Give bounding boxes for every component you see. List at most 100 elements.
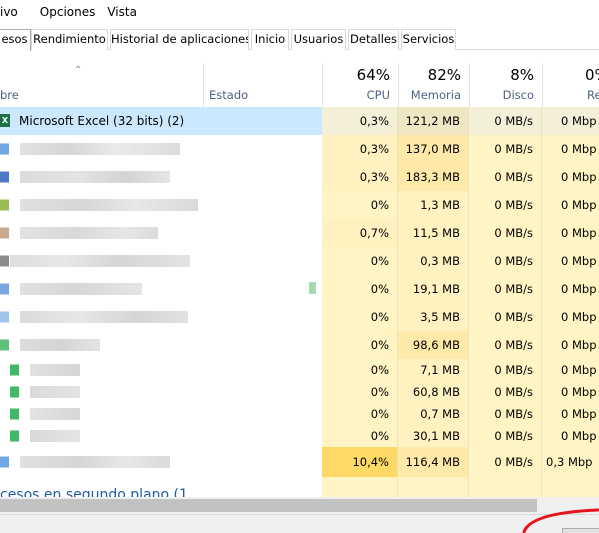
redacted-process-name xyxy=(20,283,142,295)
disk-value: 0 MB/s xyxy=(469,247,542,275)
table-row[interactable]: 0,7% 11,5 MB 0 MB/s 0 Mbp xyxy=(0,219,599,247)
network-total-percent: 0% xyxy=(585,66,599,84)
tab-startup[interactable]: Inicio xyxy=(251,29,289,50)
app-icon xyxy=(0,227,9,239)
tab-details[interactable]: Detalles xyxy=(348,29,399,50)
memory-value: 183,3 MB xyxy=(398,163,469,191)
memory-value: 60,8 MB xyxy=(398,381,469,403)
table-row[interactable]: 0,3% 183,3 MB 0 MB/s 0 Mbp xyxy=(0,163,599,191)
table-row[interactable]: 0% 1,3 MB 0 MB/s 0 Mbp xyxy=(0,191,599,219)
table-row[interactable]: 0% 3,5 MB 0 MB/s 0 Mbp xyxy=(0,303,599,331)
table-row[interactable]: X Microsoft Excel (32 bits) (2) 0,3% 121… xyxy=(0,107,599,135)
table-row[interactable]: 0% 60,8 MB 0 MB/s 0 Mbp xyxy=(0,381,599,403)
process-name-cell xyxy=(0,303,322,331)
app-icon xyxy=(10,364,19,376)
background-processes-group[interactable]: cesos en segundo plano (1 xyxy=(0,487,188,497)
tab-users[interactable]: Usuarios xyxy=(291,29,346,50)
network-value: 0 Mbp xyxy=(542,219,599,247)
tab-services[interactable]: Servicios xyxy=(401,29,456,50)
disk-value: 0 MB/s xyxy=(469,135,542,163)
disk-value: 0 MB/s xyxy=(469,275,542,303)
annotation-circle xyxy=(522,508,599,533)
table-row[interactable]: 0% 0,7 MB 0 MB/s 0 Mbp xyxy=(0,403,599,425)
memory-filler xyxy=(398,477,469,497)
cpu-value: 0% xyxy=(322,381,398,403)
column-name[interactable]: bre xyxy=(0,63,203,107)
disk-value: 0 MB/s xyxy=(469,425,542,447)
app-icon xyxy=(0,339,9,351)
table-row[interactable]: 0% 7,1 MB 0 MB/s 0 Mbp xyxy=(0,359,599,381)
column-name-label: bre xyxy=(0,88,19,102)
disk-value: 0 MB/s xyxy=(469,303,542,331)
network-value: 0 Mbp xyxy=(542,275,599,303)
table-row[interactable]: 0% 0,3 MB 0 MB/s 0 Mbp xyxy=(0,247,599,275)
table-row[interactable]: 0% 19,1 MB 0 MB/s 0 Mbp xyxy=(0,275,599,303)
column-memory[interactable]: 82% Memoria xyxy=(399,63,469,107)
table-row[interactable]: 0% 98,6 MB 0 MB/s 0 Mbp xyxy=(0,331,599,359)
cpu-value: 0,7% xyxy=(322,219,398,247)
tab-bar: esos Rendimiento Historial de aplicacion… xyxy=(0,29,599,51)
cpu-total-percent: 64% xyxy=(356,66,390,84)
process-name-cell xyxy=(0,331,322,359)
horizontal-scrollbar[interactable] xyxy=(0,497,599,514)
memory-value: 11,5 MB xyxy=(398,219,469,247)
cpu-value: 0% xyxy=(322,331,398,359)
menu-options[interactable]: Opciones xyxy=(34,0,102,24)
process-name-cell: X Microsoft Excel (32 bits) (2) xyxy=(0,107,322,135)
network-value: 0 Mbp xyxy=(542,135,599,163)
column-cpu[interactable]: 64% CPU xyxy=(323,63,398,107)
tab-processes[interactable]: esos xyxy=(0,29,31,51)
tab-app-history[interactable]: Historial de aplicaciones xyxy=(110,29,249,50)
disk-value: 0 MB/s xyxy=(469,107,542,135)
app-icon xyxy=(0,199,9,211)
cpu-value: 0,3% xyxy=(322,163,398,191)
column-memory-label: Memoria xyxy=(410,88,461,102)
process-name-cell xyxy=(0,247,322,275)
memory-value: 1,3 MB xyxy=(398,191,469,219)
memory-value: 30,1 MB xyxy=(398,425,469,447)
cpu-value: 0% xyxy=(322,275,398,303)
status-indicator xyxy=(309,282,316,294)
process-name-cell xyxy=(0,403,322,425)
table-row[interactable]: 0,3% 137,0 MB 0 MB/s 0 Mbp xyxy=(0,135,599,163)
disk-value: 0 MB/s xyxy=(469,403,542,425)
disk-value: 0 MB/s xyxy=(469,331,542,359)
excel-icon: X xyxy=(0,114,10,127)
redacted-process-name xyxy=(20,171,170,183)
disk-value: 0 MB/s xyxy=(469,163,542,191)
process-name-cell xyxy=(0,359,322,381)
network-value: 0 Mbp xyxy=(542,303,599,331)
redacted-process-name xyxy=(30,364,80,376)
menu-bar: ivo Opciones Vista xyxy=(0,0,599,24)
disk-filler xyxy=(469,477,542,497)
tab-performance[interactable]: Rendimiento xyxy=(31,29,108,50)
process-name-cell xyxy=(0,135,322,163)
redacted-process-name xyxy=(20,199,198,211)
column-disk-label: Disco xyxy=(502,88,534,102)
memory-value: 0,3 MB xyxy=(398,247,469,275)
redacted-process-name xyxy=(30,430,80,442)
table-row[interactable]: 10,4% 116,4 MB 0 MB/s 0,3 Mbp xyxy=(0,447,599,477)
cpu-value: 0% xyxy=(322,247,398,275)
cpu-value: 0% xyxy=(322,403,398,425)
table-row[interactable]: 0% 30,1 MB 0 MB/s 0 Mbp xyxy=(0,425,599,447)
app-icon xyxy=(10,408,19,420)
column-network[interactable]: 0% Re xyxy=(543,63,599,107)
footer-bar xyxy=(0,514,599,533)
menu-view[interactable]: Vista xyxy=(101,0,143,24)
network-value: 0 Mbp xyxy=(542,247,599,275)
process-name: Microsoft Excel (32 bits) (2) xyxy=(19,114,185,128)
app-icon xyxy=(0,255,9,267)
disk-value: 0 MB/s xyxy=(469,381,542,403)
column-cpu-label: CPU xyxy=(366,88,390,102)
memory-value: 7,1 MB xyxy=(398,359,469,381)
cpu-value: 0,3% xyxy=(322,107,398,135)
memory-value: 137,0 MB xyxy=(398,135,469,163)
column-status[interactable]: Estado xyxy=(204,63,322,107)
network-filler xyxy=(542,477,599,497)
scrollbar-thumb[interactable] xyxy=(0,499,537,512)
network-value: 0 Mbp xyxy=(542,359,599,381)
menu-file[interactable]: ivo xyxy=(0,0,24,24)
column-disk[interactable]: 8% Disco xyxy=(470,63,542,107)
process-name-cell xyxy=(0,447,322,477)
